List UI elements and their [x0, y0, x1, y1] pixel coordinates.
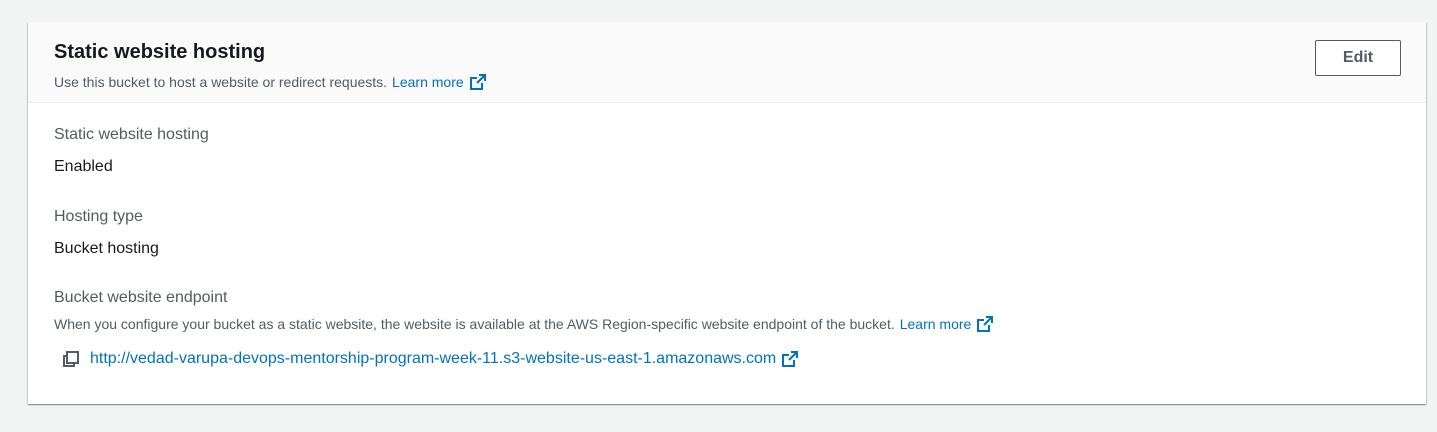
external-link-icon — [782, 351, 799, 367]
learn-more-link[interactable]: Learn more — [392, 72, 487, 92]
external-link-icon — [977, 316, 994, 332]
endpoint-learn-more-link[interactable]: Learn more — [900, 314, 995, 334]
hosting-type-value: Bucket hosting — [54, 240, 159, 257]
learn-more-label: Learn more — [392, 74, 464, 90]
endpoint-url: http://vedad-varupa-devops-mentorship-pr… — [90, 350, 777, 367]
endpoint-row: http://vedad-varupa-devops-mentorship-pr… — [62, 348, 799, 370]
hosting-type-label: Hosting type — [54, 208, 143, 225]
panel-description-text: Use this bucket to host a website or red… — [54, 74, 388, 90]
external-link-icon — [469, 74, 486, 90]
endpoint-label: Bucket website endpoint — [54, 289, 228, 306]
edit-button[interactable]: Edit — [1315, 40, 1401, 76]
static-website-hosting-panel: Static website hosting Use this bucket t… — [28, 22, 1426, 404]
endpoint-url-link[interactable]: http://vedad-varupa-devops-mentorship-pr… — [90, 348, 799, 370]
panel-description: Use this bucket to host a website or red… — [54, 72, 487, 92]
panel-header: Static website hosting Use this bucket t… — [28, 22, 1426, 103]
endpoint-description-text: When you configure your bucket as a stat… — [54, 316, 895, 332]
endpoint-description: When you configure your bucket as a stat… — [54, 314, 994, 334]
hosting-value: Enabled — [54, 158, 113, 175]
panel-title: Static website hosting — [54, 41, 266, 63]
copy-icon[interactable] — [62, 350, 80, 368]
hosting-label: Static website hosting — [54, 126, 209, 143]
endpoint-learn-more-label: Learn more — [899, 316, 972, 332]
